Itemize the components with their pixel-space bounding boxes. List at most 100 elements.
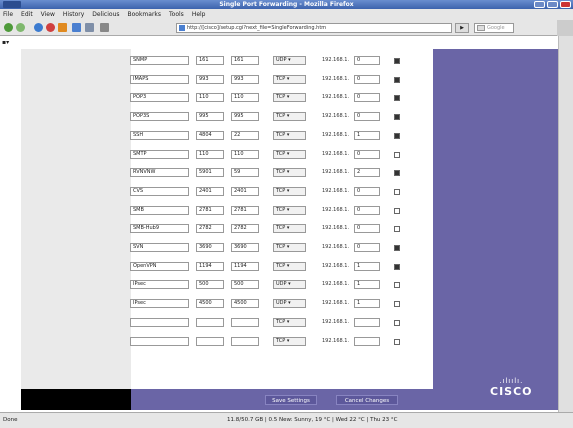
ip-last-octet-field[interactable]: 0 <box>354 205 380 215</box>
protocol-select[interactable]: TCP ▾ <box>273 112 306 122</box>
ip-last-octet-field[interactable]: 0 <box>354 149 380 159</box>
external-port-field[interactable]: 110 <box>196 149 224 159</box>
protocol-select[interactable]: TCP ▾ <box>273 149 306 159</box>
ip-last-octet-field[interactable]: 2 <box>354 168 380 178</box>
protocol-select[interactable]: UDP ▾ <box>273 299 306 309</box>
external-port-field[interactable]: 3690 <box>196 243 224 252</box>
application-name-field[interactable]: POP3S <box>130 112 189 122</box>
application-name-field[interactable]: SNMP <box>130 56 189 65</box>
internal-port-field[interactable] <box>231 336 259 346</box>
internal-port-field[interactable]: 995 <box>231 112 259 122</box>
ip-last-octet-field[interactable] <box>354 336 380 346</box>
external-port-field[interactable]: 500 <box>196 280 224 290</box>
menu-tools[interactable]: Tools <box>169 11 184 18</box>
protocol-select[interactable]: TCP ▾ <box>273 168 306 178</box>
external-port-field[interactable]: 4804 <box>196 130 224 140</box>
ip-last-octet-field[interactable]: 1 <box>354 261 380 271</box>
protocol-select[interactable]: TCP ▾ <box>273 224 306 234</box>
enable-checkbox[interactable] <box>394 132 400 139</box>
external-port-field[interactable]: 1194 <box>196 261 224 271</box>
application-name-field[interactable]: OpenVPN <box>130 261 189 271</box>
enable-checkbox[interactable] <box>394 76 400 83</box>
ip-last-octet-field[interactable]: 1 <box>354 299 380 309</box>
application-name-field[interactable]: IPsec <box>130 280 189 290</box>
search-engine-icon[interactable] <box>477 25 485 31</box>
ip-last-octet-field[interactable] <box>354 317 380 327</box>
internal-port-field[interactable]: 1194 <box>231 261 259 271</box>
stop-icon[interactable] <box>46 23 55 32</box>
application-name-field[interactable] <box>130 317 189 327</box>
menu-delicious[interactable]: Delicious <box>92 11 119 18</box>
application-name-field[interactable]: POP3 <box>130 93 189 103</box>
internal-port-field[interactable]: 4500 <box>231 299 259 309</box>
search-input[interactable]: Google <box>474 23 514 33</box>
ip-last-octet-field[interactable]: 1 <box>354 280 380 290</box>
external-port-field[interactable] <box>196 317 224 327</box>
external-port-field[interactable] <box>196 336 224 346</box>
protocol-select[interactable]: TCP ▾ <box>273 336 306 346</box>
internal-port-field[interactable]: 993 <box>231 74 259 84</box>
url-bar[interactable]: http://[cisco]/setup.cgi?next_file=Singl… <box>176 23 452 33</box>
vertical-scrollbar[interactable] <box>558 36 573 412</box>
application-name-field[interactable] <box>130 336 189 346</box>
ip-last-octet-field[interactable]: 0 <box>354 224 380 234</box>
tab-menu-icon[interactable]: ▪▾ <box>2 39 9 46</box>
external-port-field[interactable]: 161 <box>196 56 224 65</box>
protocol-select[interactable]: TCP ▾ <box>273 186 306 196</box>
enable-checkbox[interactable] <box>394 301 400 308</box>
enable-checkbox[interactable] <box>394 338 400 345</box>
menu-edit[interactable]: Edit <box>21 11 33 18</box>
external-port-field[interactable]: 110 <box>196 93 224 103</box>
internal-port-field[interactable]: 161 <box>231 56 259 65</box>
application-name-field[interactable]: RVNVNW <box>130 168 189 178</box>
external-port-field[interactable]: 995 <box>196 112 224 122</box>
menu-help[interactable]: Help <box>192 11 206 18</box>
internal-port-field[interactable]: 2782 <box>231 224 259 234</box>
enable-checkbox[interactable] <box>394 282 400 289</box>
enable-checkbox[interactable] <box>394 263 400 270</box>
application-name-field[interactable]: SMB <box>130 205 189 215</box>
bookmark-icon[interactable] <box>72 23 81 32</box>
close-button[interactable] <box>560 1 571 8</box>
protocol-select[interactable]: TCP ▾ <box>273 261 306 271</box>
application-name-field[interactable]: SMTP <box>130 149 189 159</box>
application-name-field[interactable]: SSH <box>130 130 189 140</box>
enable-checkbox[interactable] <box>394 226 400 233</box>
enable-checkbox[interactable] <box>394 114 400 121</box>
menu-bookmarks[interactable]: Bookmarks <box>128 11 162 18</box>
ip-last-octet-field[interactable]: 0 <box>354 112 380 122</box>
application-name-field[interactable]: SVN <box>130 243 189 252</box>
cancel-changes-button[interactable]: Cancel Changes <box>336 395 398 405</box>
enable-checkbox[interactable] <box>394 95 400 102</box>
ip-last-octet-field[interactable]: 0 <box>354 74 380 84</box>
internal-port-field[interactable]: 500 <box>231 280 259 290</box>
application-name-field[interactable]: SMB-Hub9 <box>130 224 189 234</box>
internal-port-field[interactable] <box>231 317 259 327</box>
internal-port-field[interactable]: 110 <box>231 149 259 159</box>
ip-last-octet-field[interactable]: 0 <box>354 243 380 252</box>
minimize-button[interactable] <box>534 1 545 8</box>
save-settings-button[interactable]: Save Settings <box>265 395 317 405</box>
menu-history[interactable]: History <box>63 11 84 18</box>
external-port-field[interactable]: 2401 <box>196 186 224 196</box>
protocol-select[interactable]: TCP ▾ <box>273 205 306 215</box>
go-button[interactable]: ▶ <box>455 23 469 33</box>
ip-last-octet-field[interactable]: 0 <box>354 56 380 65</box>
external-port-field[interactable]: 993 <box>196 74 224 84</box>
application-name-field[interactable]: IMAPS <box>130 74 189 84</box>
enable-checkbox[interactable] <box>394 170 400 177</box>
protocol-select[interactable]: UDP ▾ <box>273 280 306 290</box>
enable-checkbox[interactable] <box>394 245 400 251</box>
external-port-field[interactable]: 2781 <box>196 205 224 215</box>
enable-checkbox[interactable] <box>394 188 400 195</box>
external-port-field[interactable]: 4500 <box>196 299 224 309</box>
ip-last-octet-field[interactable]: 0 <box>354 93 380 103</box>
reload-icon[interactable] <box>34 23 43 32</box>
external-port-field[interactable]: 5901 <box>196 168 224 178</box>
enable-checkbox[interactable] <box>394 151 400 158</box>
menu-file[interactable]: File <box>3 11 13 18</box>
protocol-select[interactable]: TCP ▾ <box>273 93 306 103</box>
internal-port-field[interactable]: 3690 <box>231 243 259 252</box>
ip-last-octet-field[interactable]: 0 <box>354 186 380 196</box>
enable-checkbox[interactable] <box>394 207 400 214</box>
